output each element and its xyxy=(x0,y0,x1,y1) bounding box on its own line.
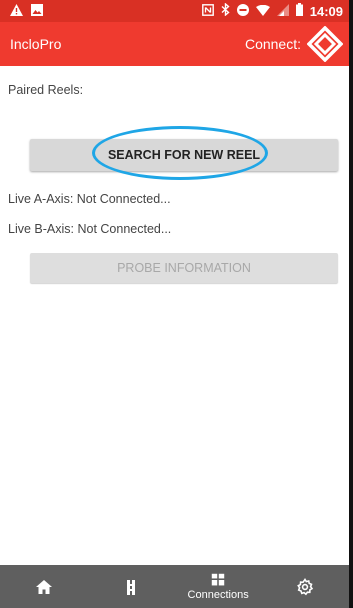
nfc-icon xyxy=(201,3,214,20)
bluetooth-icon xyxy=(221,2,230,20)
nav-item-home[interactable] xyxy=(0,565,87,608)
status-bar: 14:09 xyxy=(0,0,349,22)
do-not-disturb-icon xyxy=(236,3,249,20)
screen-edge xyxy=(349,0,353,608)
connect-diamond-icon[interactable] xyxy=(306,25,344,63)
battery-icon xyxy=(295,3,303,20)
app-bar: IncloPro Connect: xyxy=(0,22,349,66)
connect-label: Connect: xyxy=(244,36,301,52)
signal-icon xyxy=(276,3,289,20)
app-title: IncloPro xyxy=(10,36,62,52)
home-icon xyxy=(35,579,52,594)
status-left-icons xyxy=(10,3,43,19)
settings-icon xyxy=(297,577,314,595)
nav-item-connections[interactable]: Connections xyxy=(175,565,262,608)
wifi-icon xyxy=(255,4,270,20)
status-right-icons: 14:09 xyxy=(201,2,343,20)
live-b-axis-status: Live B-Axis: Not Connected... xyxy=(8,222,172,236)
warning-icon xyxy=(10,3,23,19)
search-new-reel-button[interactable]: SEARCH FOR NEW REEL xyxy=(30,139,338,171)
nav-item-reel[interactable] xyxy=(87,565,174,608)
status-time: 14:09 xyxy=(309,3,343,19)
paired-reels-label: Paired Reels: xyxy=(8,83,84,97)
reel-icon xyxy=(126,579,135,595)
connections-icon xyxy=(211,573,225,585)
bottom-nav: Connections xyxy=(0,565,349,608)
live-a-axis-status: Live A-Axis: Not Connected... xyxy=(8,192,171,206)
nav-item-settings[interactable] xyxy=(262,565,349,608)
device-screen: 14:09 IncloPro Connect: Paired Reels: SE… xyxy=(0,0,353,608)
probe-information-button[interactable]: PROBE INFORMATION xyxy=(30,253,338,283)
image-icon xyxy=(31,3,43,19)
nav-label-connections: Connections xyxy=(187,588,249,601)
